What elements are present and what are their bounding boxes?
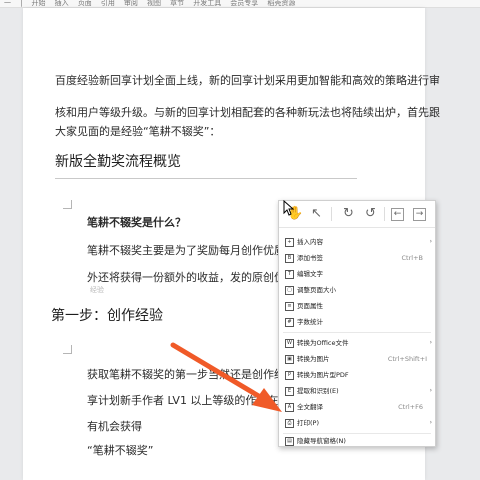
arrow-head	[252, 388, 282, 412]
annotation-arrow-icon	[170, 342, 282, 412]
arrow-shaft	[170, 342, 265, 401]
